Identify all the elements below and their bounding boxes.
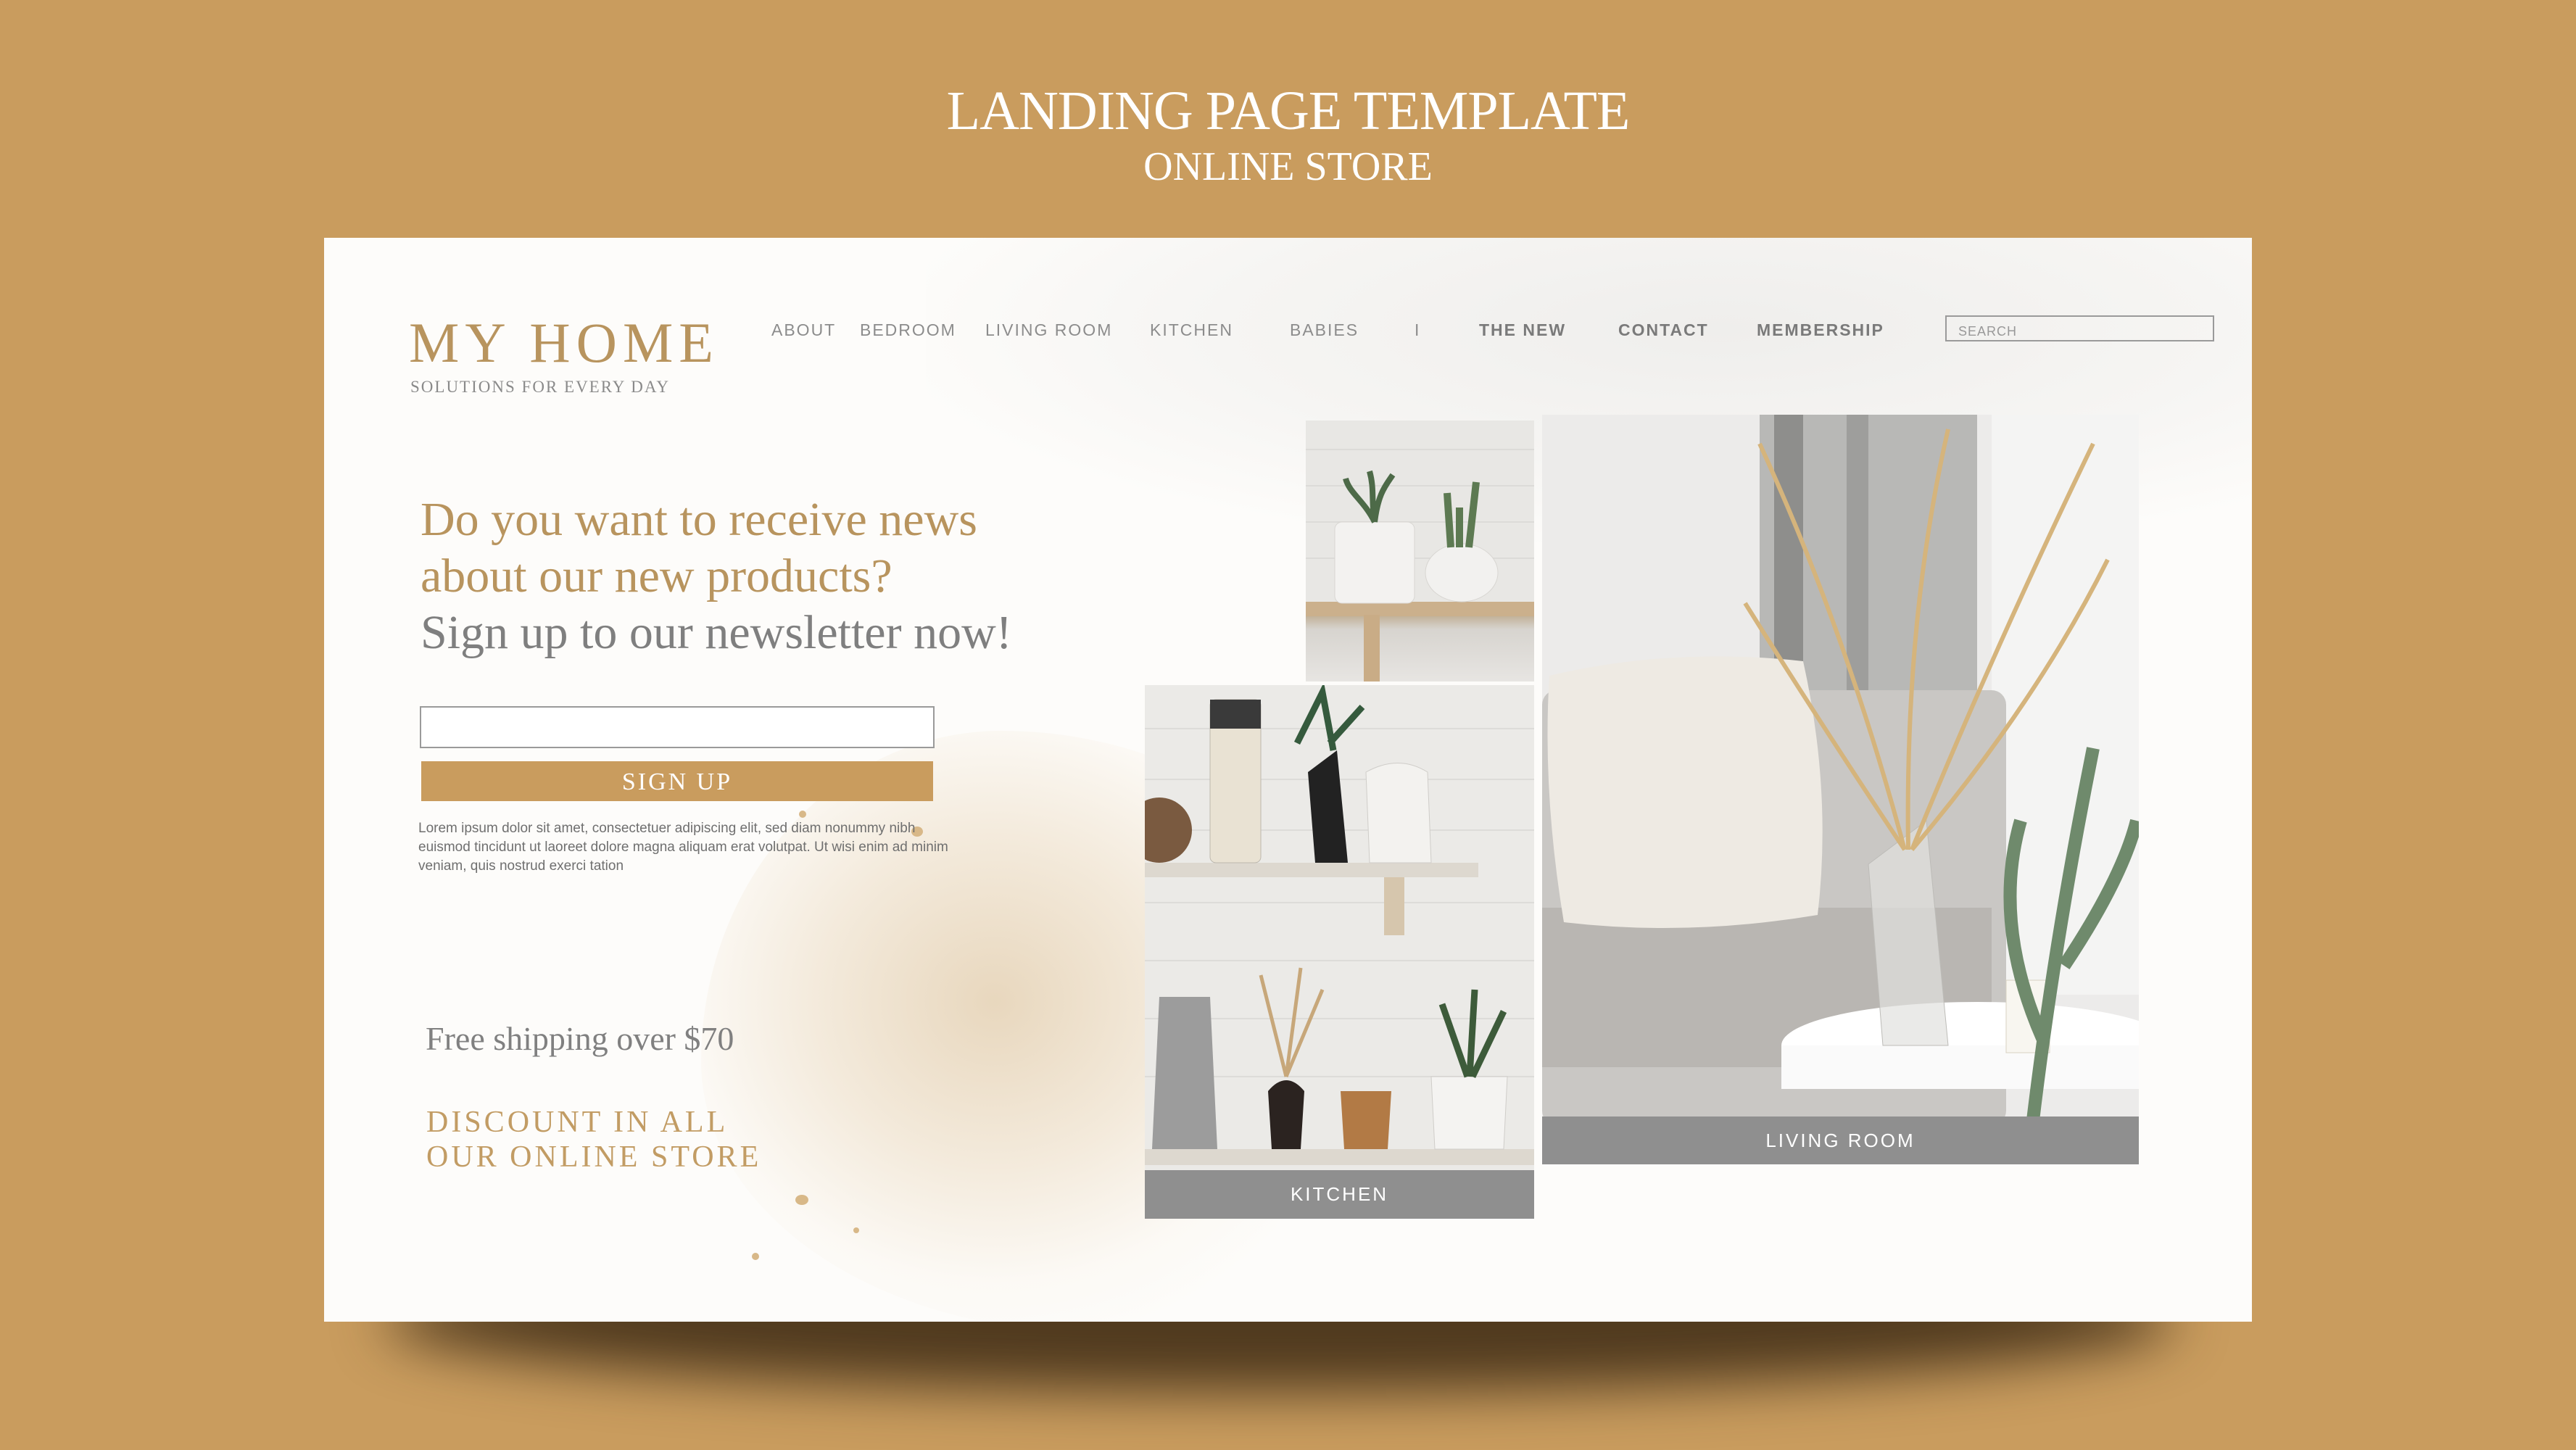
landing-page: MY HOME SOLUTIONS FOR EVERY DAY ABOUT BE… (324, 238, 2252, 1322)
headline-line-3: Sign up to our newsletter now! (421, 606, 1012, 659)
kitchen-illustration (1145, 685, 1534, 1219)
nav-about[interactable]: ABOUT (771, 320, 836, 340)
newsletter-headline: Do you want to receive news about our ne… (421, 492, 1012, 661)
nav-babies[interactable]: BABIES (1290, 320, 1359, 340)
headline-line-2: about our new products? (421, 550, 893, 602)
nav-membership[interactable]: MEMBERSHIP (1757, 320, 1884, 340)
living-room-photo[interactable]: LIVING ROOM (1542, 415, 2139, 1164)
email-field[interactable] (420, 706, 935, 748)
headline-line-1: Do you want to receive news (421, 493, 977, 546)
nav-separator: I (1415, 320, 1421, 339)
paint-dot (853, 1227, 859, 1233)
kitchen-photo[interactable]: KITCHEN (1145, 685, 1534, 1219)
brand-logo[interactable]: MY HOME (409, 310, 719, 376)
paint-dot (752, 1253, 759, 1260)
nav-kitchen[interactable]: KITCHEN (1150, 320, 1233, 340)
nav-living-room[interactable]: LIVING ROOM (985, 320, 1112, 340)
living-room-caption[interactable]: LIVING ROOM (1542, 1116, 2139, 1164)
nav-the-new[interactable]: THE NEW (1479, 320, 1566, 340)
discount-line-2: OUR ONLINE STORE (426, 1140, 762, 1174)
sign-up-button[interactable]: SIGN UP (421, 761, 933, 801)
newsletter-description: Lorem ipsum dolor sit amet, consectetuer… (418, 821, 948, 874)
succulents-photo[interactable] (1306, 420, 1534, 682)
kitchen-caption[interactable]: KITCHEN (1145, 1170, 1534, 1219)
brand-tagline: SOLUTIONS FOR EVERY DAY (410, 378, 671, 396)
template-subtitle: ONLINE STORE (1143, 144, 1433, 189)
paint-dot (799, 811, 806, 818)
living-room-illustration (1542, 415, 2139, 1164)
succulents-illustration (1306, 420, 1534, 682)
template-title: LANDING PAGE TEMPLATE (946, 80, 1631, 141)
nav-bedroom[interactable]: BEDROOM (860, 320, 956, 340)
paint-dot (795, 1195, 808, 1205)
free-shipping-text: Free shipping over $70 (426, 1020, 734, 1057)
nav-contact[interactable]: CONTACT (1618, 320, 1709, 340)
search-input[interactable] (1945, 315, 2214, 341)
discount-line-1: DISCOUNT IN ALL (426, 1106, 729, 1139)
discount-text: DISCOUNT IN ALL OUR ONLINE STORE (426, 1105, 761, 1174)
